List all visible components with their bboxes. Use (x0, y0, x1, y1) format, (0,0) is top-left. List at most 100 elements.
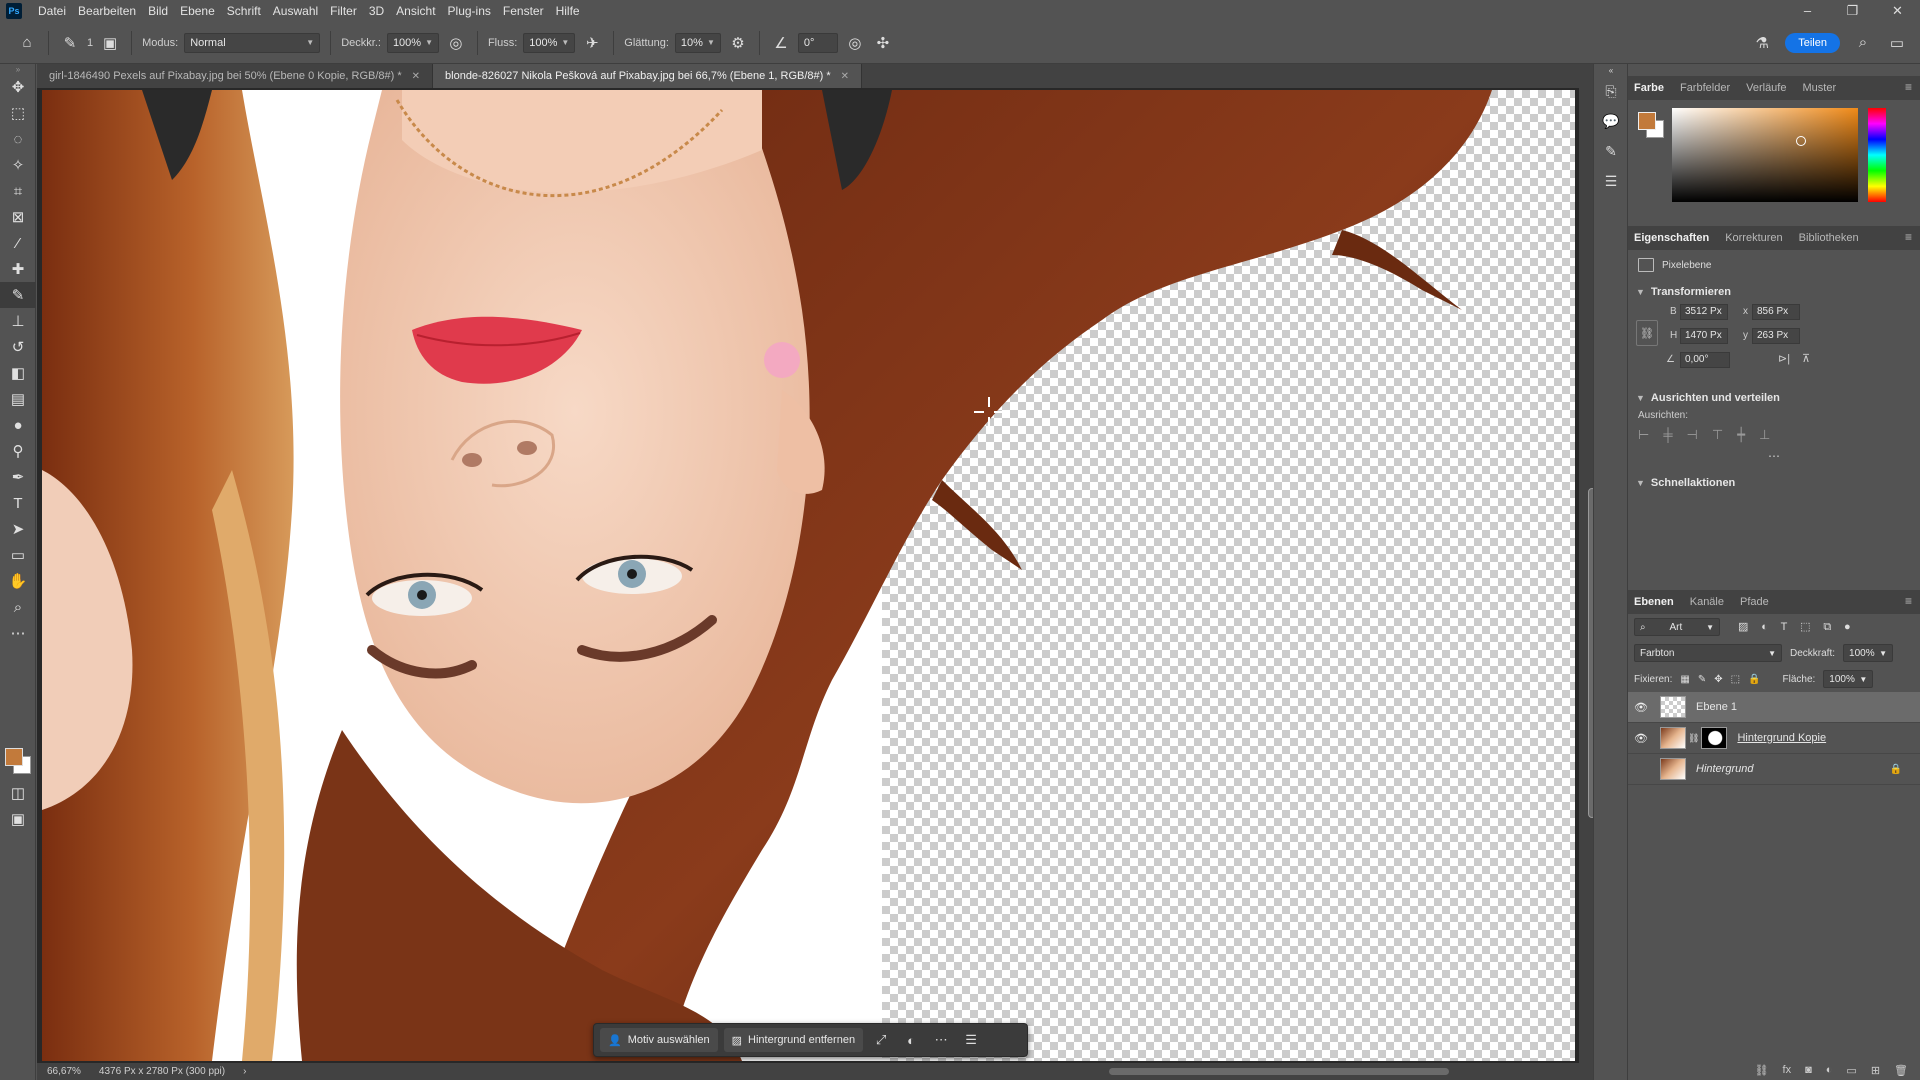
align-right-icon[interactable]: ⊣ (1687, 427, 1698, 443)
airbrush-icon[interactable]: ✈ (581, 32, 603, 54)
tab-bibliotheken[interactable]: Bibliotheken (1799, 226, 1859, 250)
tab-verlaeufe[interactable]: Verläufe (1746, 76, 1786, 100)
menu-3d[interactable]: 3D (363, 0, 390, 22)
menu-schrift[interactable]: Schrift (221, 0, 267, 22)
flip-horizontal-icon[interactable]: ⊳| (1778, 352, 1790, 365)
flow-input[interactable]: 100% ▼ (523, 32, 576, 53)
pressure-size-icon[interactable]: ◎ (844, 32, 866, 54)
layer-row-hintergrund[interactable]: Hintergrund 🔒 (1628, 754, 1920, 785)
filter-pixel-icon[interactable]: ▨ (1738, 621, 1748, 633)
zoom-level[interactable]: 66,67% (47, 1066, 81, 1077)
document-canvas[interactable] (42, 90, 1575, 1061)
eraser-tool-icon[interactable]: ◧ (0, 360, 36, 386)
foreground-color-swatch[interactable] (5, 748, 23, 766)
canvas-area[interactable] (37, 88, 1579, 1063)
healing-brush-tool-icon[interactable]: ✚ (0, 256, 36, 282)
lock-pixels-icon[interactable]: ✎ (1698, 674, 1706, 685)
quick-mask-icon[interactable]: ◫ (0, 780, 36, 806)
history-icon[interactable]: ⎘ (1594, 76, 1628, 106)
tab-eigenschaften[interactable]: Eigenschaften (1634, 226, 1709, 250)
color-field[interactable] (1672, 108, 1858, 202)
close-icon[interactable]: ✕ (412, 71, 420, 82)
filter-type-icon[interactable]: T (1781, 621, 1788, 633)
tab-girl-document[interactable]: girl-1846490 Pexels auf Pixabay.jpg bei … (37, 64, 434, 88)
panel-menu-icon[interactable]: ≡ (1905, 230, 1912, 244)
adjustments-icon[interactable]: ☰ (1594, 166, 1628, 196)
vertical-scrollbar[interactable] (1579, 88, 1596, 1063)
pressure-opacity-icon[interactable]: ◎ (445, 32, 467, 54)
lasso-tool-icon[interactable]: ◌ (0, 126, 36, 152)
menu-bearbeiten[interactable]: Bearbeiten (72, 0, 142, 22)
fx-icon[interactable]: fx (1783, 1064, 1792, 1076)
symmetry-icon[interactable]: ✣ (872, 32, 894, 54)
height-input[interactable]: 1470 Px (1680, 328, 1728, 344)
menu-fenster[interactable]: Fenster (497, 0, 550, 22)
transform-icon[interactable]: ⤢ (869, 1028, 893, 1052)
magic-wand-tool-icon[interactable]: ✧ (0, 152, 36, 178)
mode-select[interactable]: Normal ▼ (184, 32, 321, 53)
path-selection-tool-icon[interactable]: ➤ (0, 516, 36, 542)
close-window-icon[interactable]: ✕ (1875, 0, 1920, 22)
history-brush-tool-icon[interactable]: ↺ (0, 334, 36, 360)
home-icon[interactable]: ⌂ (16, 32, 38, 54)
eye-icon[interactable]: 👁 (1628, 732, 1654, 745)
smoothing-input[interactable]: 10% ▼ (674, 32, 721, 53)
brush-panel-icon[interactable]: ▣ (99, 32, 121, 54)
collapse-icon[interactable]: » (0, 64, 36, 74)
layer-filter-select[interactable]: ⌕ Art ▼ (1634, 618, 1720, 636)
panel-menu-icon[interactable]: ≡ (1905, 594, 1912, 608)
hue-slider[interactable] (1868, 108, 1886, 202)
menu-bild[interactable]: Bild (142, 0, 174, 22)
crop-tool-icon[interactable]: ⌗ (0, 178, 36, 204)
quick-actions-header[interactable]: ▼ Schnellaktionen (1628, 471, 1920, 495)
align-bottom-icon[interactable]: ⊥ (1759, 427, 1770, 443)
frame-tool-icon[interactable]: ⊠ (0, 204, 36, 230)
blur-tool-icon[interactable]: ● (0, 412, 36, 438)
tab-farbfelder[interactable]: Farbfelder (1680, 76, 1730, 100)
lock-transparent-icon[interactable]: ▦ (1680, 674, 1689, 685)
screen-mode-icon[interactable]: ▣ (0, 806, 36, 832)
marquee-tool-icon[interactable]: ⬚ (0, 100, 36, 126)
trash-icon[interactable]: 🗑 (1894, 1064, 1908, 1077)
dodge-tool-icon[interactable]: ⚲ (0, 438, 36, 464)
menu-ansicht[interactable]: Ansicht (390, 0, 441, 22)
align-section-header[interactable]: ▼ Ausrichten und verteilen (1628, 386, 1920, 410)
eye-icon[interactable]: 👁 (1628, 701, 1654, 714)
pen-tool-icon[interactable]: ✒ (0, 464, 36, 490)
more-tools-icon[interactable]: ⋯ (0, 620, 36, 646)
align-center-icon[interactable]: ╪ (1663, 427, 1672, 443)
gear-icon[interactable]: ⚙ (727, 32, 749, 54)
foreground-swatch[interactable] (1638, 112, 1656, 130)
angle-input[interactable]: 0° (797, 32, 838, 53)
more-icon[interactable]: ⋯ (929, 1028, 953, 1052)
menu-ebene[interactable]: Ebene (174, 0, 221, 22)
align-top-icon[interactable]: ⊤ (1712, 427, 1723, 443)
menu-auswahl[interactable]: Auswahl (267, 0, 324, 22)
lock-all-icon[interactable]: 🔒 (1748, 674, 1760, 685)
filter-adjustment-icon[interactable]: ◐ (1761, 621, 1768, 633)
comments-icon[interactable]: 💬 (1594, 106, 1628, 136)
tab-korrekturen[interactable]: Korrekturen (1725, 226, 1782, 250)
flip-vertical-icon[interactable]: ⊼ (1802, 352, 1810, 365)
search-icon[interactable]: ⌕ (1852, 32, 1874, 54)
menu-filter[interactable]: Filter (324, 0, 363, 22)
x-input[interactable]: 856 Px (1752, 304, 1800, 320)
layer-row-hintergrund-kopie[interactable]: 👁 ⛓ Hintergrund Kopie (1628, 723, 1920, 754)
collapse-icon[interactable]: « (1594, 64, 1628, 76)
restore-icon[interactable]: ❐ (1830, 0, 1875, 22)
tab-muster[interactable]: Muster (1802, 76, 1836, 100)
folder-icon[interactable]: ▭ (1846, 1064, 1856, 1077)
minimize-icon[interactable]: – (1785, 0, 1830, 22)
menu-plugins[interactable]: Plug-ins (442, 0, 497, 22)
tab-ebenen[interactable]: Ebenen (1634, 590, 1674, 614)
settings-sliders-icon[interactable]: ☰ (959, 1028, 983, 1052)
add-mask-icon[interactable]: ◙ (1805, 1064, 1812, 1076)
layer-mask-thumbnail[interactable] (1701, 727, 1728, 749)
menu-hilfe[interactable]: Hilfe (550, 0, 586, 22)
adjustment-icon[interactable]: ◐ (899, 1028, 923, 1052)
tab-kanaele[interactable]: Kanäle (1690, 590, 1724, 614)
menu-datei[interactable]: Datei (32, 0, 72, 22)
hand-tool-icon[interactable]: ✋ (0, 568, 36, 594)
brushes-icon[interactable]: ✎ (1594, 136, 1628, 166)
align-left-icon[interactable]: ⊢ (1638, 427, 1649, 443)
